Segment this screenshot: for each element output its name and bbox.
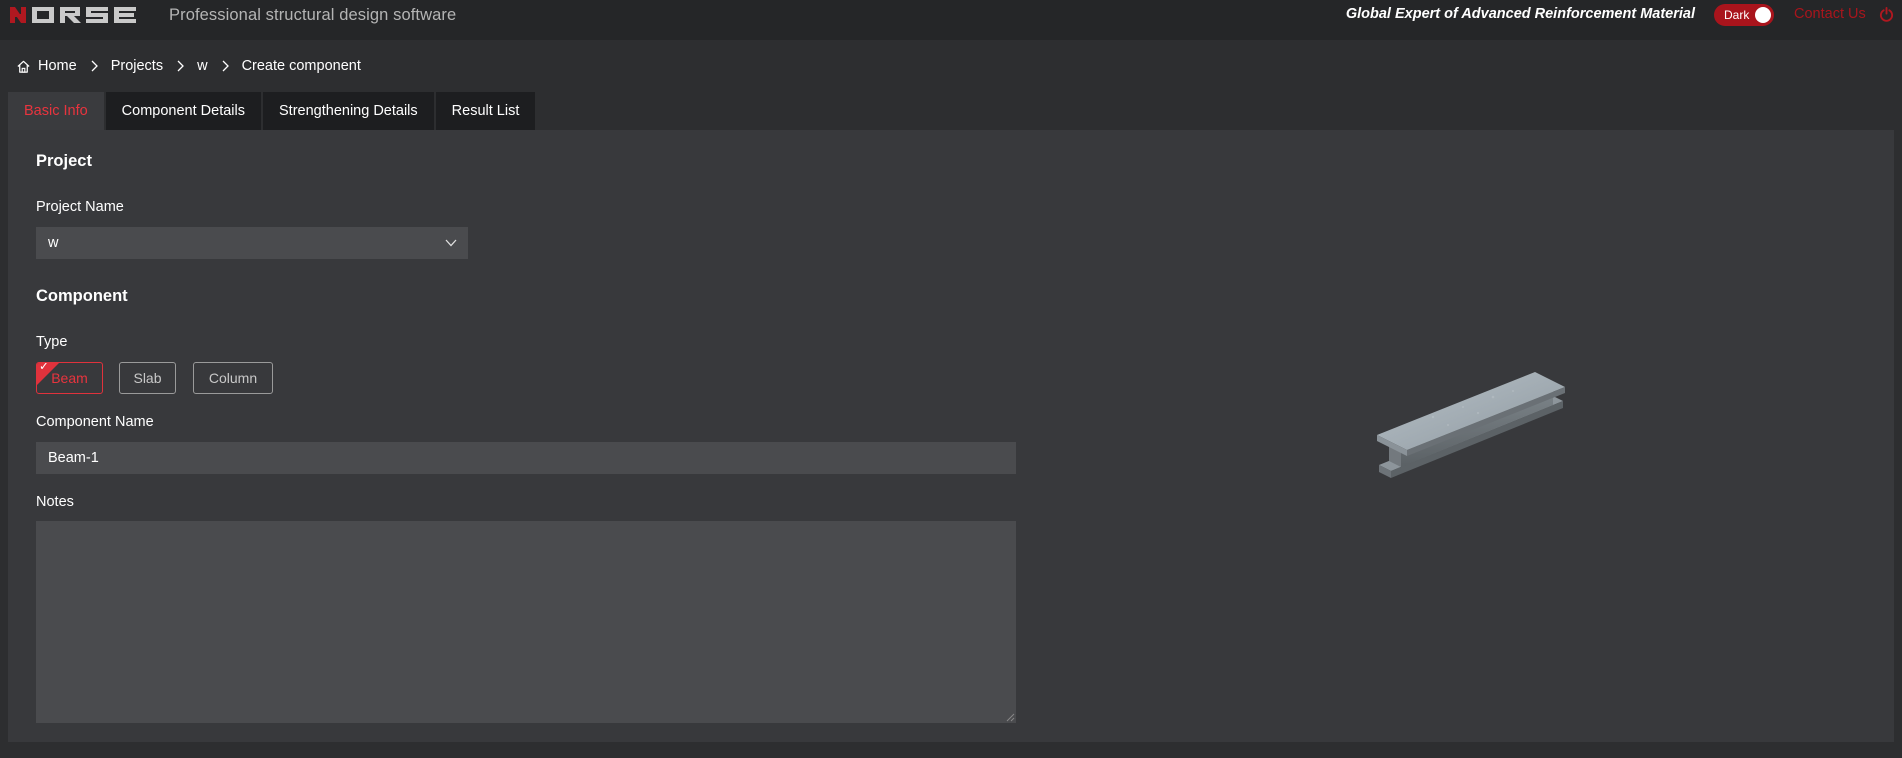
project-name-label: Project Name — [36, 199, 124, 215]
breadcrumb-home[interactable]: Home — [38, 58, 77, 74]
type-beam-button[interactable]: ✓ Beam — [36, 362, 103, 394]
breadcrumb-current: Create component — [241, 58, 361, 74]
chevron-right-icon — [177, 60, 184, 72]
i-beam-3d-image — [1377, 372, 1565, 478]
type-column-label: Column — [208, 370, 258, 386]
component-section-title: Component — [36, 287, 128, 305]
project-name-value: w — [48, 235, 59, 251]
basic-info-panel: Project Project Name w Component Type ✓ … — [8, 130, 1894, 742]
tab-strengthening-details[interactable]: Strengthening Details — [263, 92, 434, 130]
type-slab-label: Slab — [133, 370, 162, 386]
power-icon[interactable] — [1879, 7, 1894, 22]
type-column-button[interactable]: Column — [193, 362, 273, 394]
theme-toggle-label: Dark — [1724, 8, 1750, 22]
chevron-right-icon — [91, 60, 98, 72]
top-header: Professional structural design software … — [0, 0, 1902, 40]
component-name-value: Beam-1 — [48, 450, 99, 466]
app-tagline: Professional structural design software — [169, 6, 457, 24]
breadcrumb-project-w[interactable]: w — [197, 58, 207, 74]
notes-label: Notes — [36, 494, 74, 510]
horse-logo[interactable] — [10, 6, 144, 24]
breadcrumb: Home Projects w Create component — [16, 57, 361, 75]
company-slogan: Global Expert of Advanced Reinforcement … — [1345, 6, 1695, 22]
tab-bar: Basic Info Component Details Strengtheni… — [8, 92, 537, 130]
project-name-select[interactable]: w — [36, 227, 468, 259]
component-name-input[interactable]: Beam-1 — [36, 442, 1016, 474]
notes-textarea[interactable] — [36, 521, 1016, 723]
toggle-knob — [1755, 7, 1771, 23]
type-label: Type — [36, 334, 68, 350]
contact-us-link[interactable]: Contact Us — [1794, 6, 1866, 22]
project-section-title: Project — [36, 152, 92, 170]
resize-handle-icon[interactable] — [1006, 713, 1015, 722]
tab-result-list[interactable]: Result List — [435, 92, 536, 130]
home-icon — [17, 60, 30, 73]
tab-component-details[interactable]: Component Details — [105, 92, 261, 130]
component-name-label: Component Name — [36, 414, 154, 430]
breadcrumb-projects[interactable]: Projects — [111, 58, 163, 74]
chevron-down-icon — [445, 239, 457, 247]
chevron-right-icon — [222, 60, 229, 72]
type-slab-button[interactable]: Slab — [119, 362, 176, 394]
theme-toggle[interactable]: Dark — [1714, 4, 1774, 26]
tab-basic-info[interactable]: Basic Info — [8, 92, 104, 130]
checkmark-icon: ✓ — [39, 362, 50, 373]
